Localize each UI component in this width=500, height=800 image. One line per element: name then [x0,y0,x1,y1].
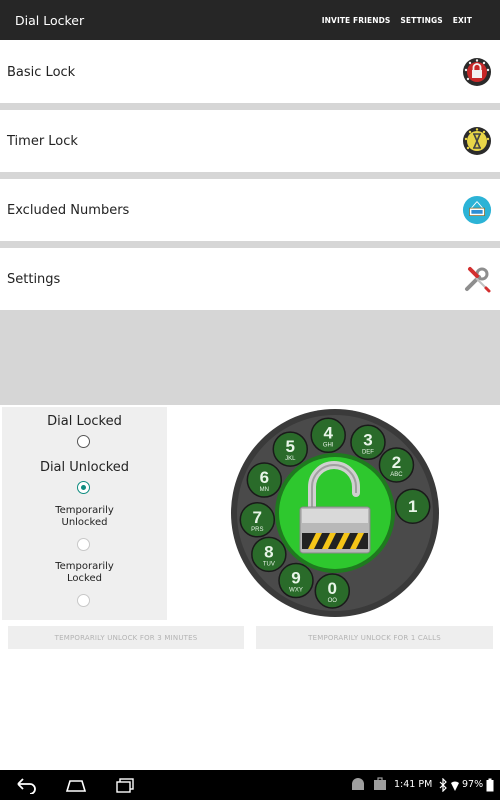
dial-locked-radio[interactable] [77,435,90,448]
spacer-area [0,310,500,405]
red-lock-dial-icon [462,57,492,87]
dial-digit-number: 8 [264,542,273,561]
dial-digit-letters: MN [260,487,269,493]
dial-digit-number: 5 [286,437,295,456]
status-time: 1:41 PM [394,779,433,790]
exit-button[interactable]: EXIT [453,16,472,25]
divider [0,103,500,110]
app-root: Dial Locker INVITE FRIENDS SETTINGS EXIT… [0,0,500,800]
dial-digit-letters: PRS [251,527,263,533]
home-icon[interactable] [64,776,88,794]
invite-friends-button[interactable]: INVITE FRIENDS [322,16,391,25]
battery-percent: 97% [462,779,484,790]
menu-item-label: Settings [7,271,61,287]
menu-item-settings[interactable]: Settings [0,248,500,310]
android-notification-icon [352,778,364,790]
dial-locked-label: Dial Locked [47,414,122,429]
divider [0,241,500,248]
dial-digit-letters: ABC [390,472,403,478]
unlock-1-calls-button[interactable]: TEMPORARILY UNLOCK FOR 1 CALLS [256,626,493,649]
recent-apps-icon[interactable] [114,776,136,794]
dial-digit-number: 4 [323,423,333,442]
dial-digit-number: 9 [291,569,300,588]
system-nav-bar: 1:41 PM 97% [0,770,500,800]
temporarily-unlocked-radio[interactable] [77,538,90,551]
open-sign-icon [462,195,492,225]
dial-digit-2[interactable]: 2ABC [378,447,415,483]
settings-action-button[interactable]: SETTINGS [400,16,442,25]
dial-digit-5[interactable]: 5JKL [272,431,309,467]
wifi-icon [451,781,459,791]
dial-digit-6[interactable]: 6MN [246,462,283,498]
temporarily-unlocked-label: Temporarily Unlocked [55,505,114,528]
dial-unlocked-label: Dial Unlocked [39,460,130,475]
dial-digit-letters: WXY [289,588,303,594]
timer-dial-icon [462,126,492,156]
rotary-dial[interactable]: 1 2 ABC 3 DEF 4 GHI 5 JKL 6 MN 7 PRS 8 TUV 9 WXY 0 OO [230,407,440,619]
dial-digit-letters: JKL [285,456,296,462]
lock-control-panel: Dial Locked Dial Unlocked Temporarily Un… [0,405,500,770]
app-title: Dial Locker [15,12,85,28]
temporarily-locked-label: Temporarily Locked [55,561,114,584]
dial-digit-7[interactable]: 7PRS [239,502,276,538]
battery-icon [486,778,494,792]
dial-digit-letters: TUV [263,561,275,567]
dial-digit-number: 7 [253,508,262,527]
bluetooth-icon [439,778,447,792]
briefcase-notification-icon [374,777,386,790]
dial-digit-8[interactable]: 8TUV [251,536,287,573]
dial-digit-letters: OO [328,598,338,604]
dial-digit-number: 0 [328,579,337,598]
dial-digit-1[interactable]: 1 [394,488,431,524]
dial-unlocked-radio[interactable] [77,481,90,494]
dial-digit-4[interactable]: 4GHI [310,417,346,454]
menu-item-label: Timer Lock [7,133,78,149]
dial-digit-number: 6 [260,468,269,487]
action-bar: Dial Locker INVITE FRIENDS SETTINGS EXIT [0,0,500,40]
dial-digit-letters: GHI [323,442,334,448]
dial-digit-9[interactable]: 9WXY [278,562,314,599]
dial-digit-number: 2 [392,453,401,472]
lock-mode-options: Dial Locked Dial Unlocked Temporarily Un… [2,407,167,620]
unlock-3-minutes-button[interactable]: TEMPORARILY UNLOCK FOR 3 MINUTES [8,626,244,649]
dial-digit-letters: DEF [362,449,374,455]
dial-digit-number: 3 [363,430,372,449]
dial-digit-number: 1 [408,497,417,516]
menu-item-basic-lock[interactable]: Basic Lock [0,41,500,103]
temporarily-locked-radio[interactable] [77,594,90,607]
dial-digit-0[interactable]: 0OO [314,573,351,609]
menu-item-label: Excluded Numbers [7,202,130,218]
back-icon[interactable] [15,776,37,794]
menu-item-excluded-numbers[interactable]: Excluded Numbers [0,179,500,241]
dial-digit-3[interactable]: 3DEF [350,424,386,461]
divider [0,172,500,179]
menu-item-timer-lock[interactable]: Timer Lock [0,110,500,172]
wrench-screwdriver-icon [462,264,492,294]
menu-item-label: Basic Lock [7,64,76,80]
